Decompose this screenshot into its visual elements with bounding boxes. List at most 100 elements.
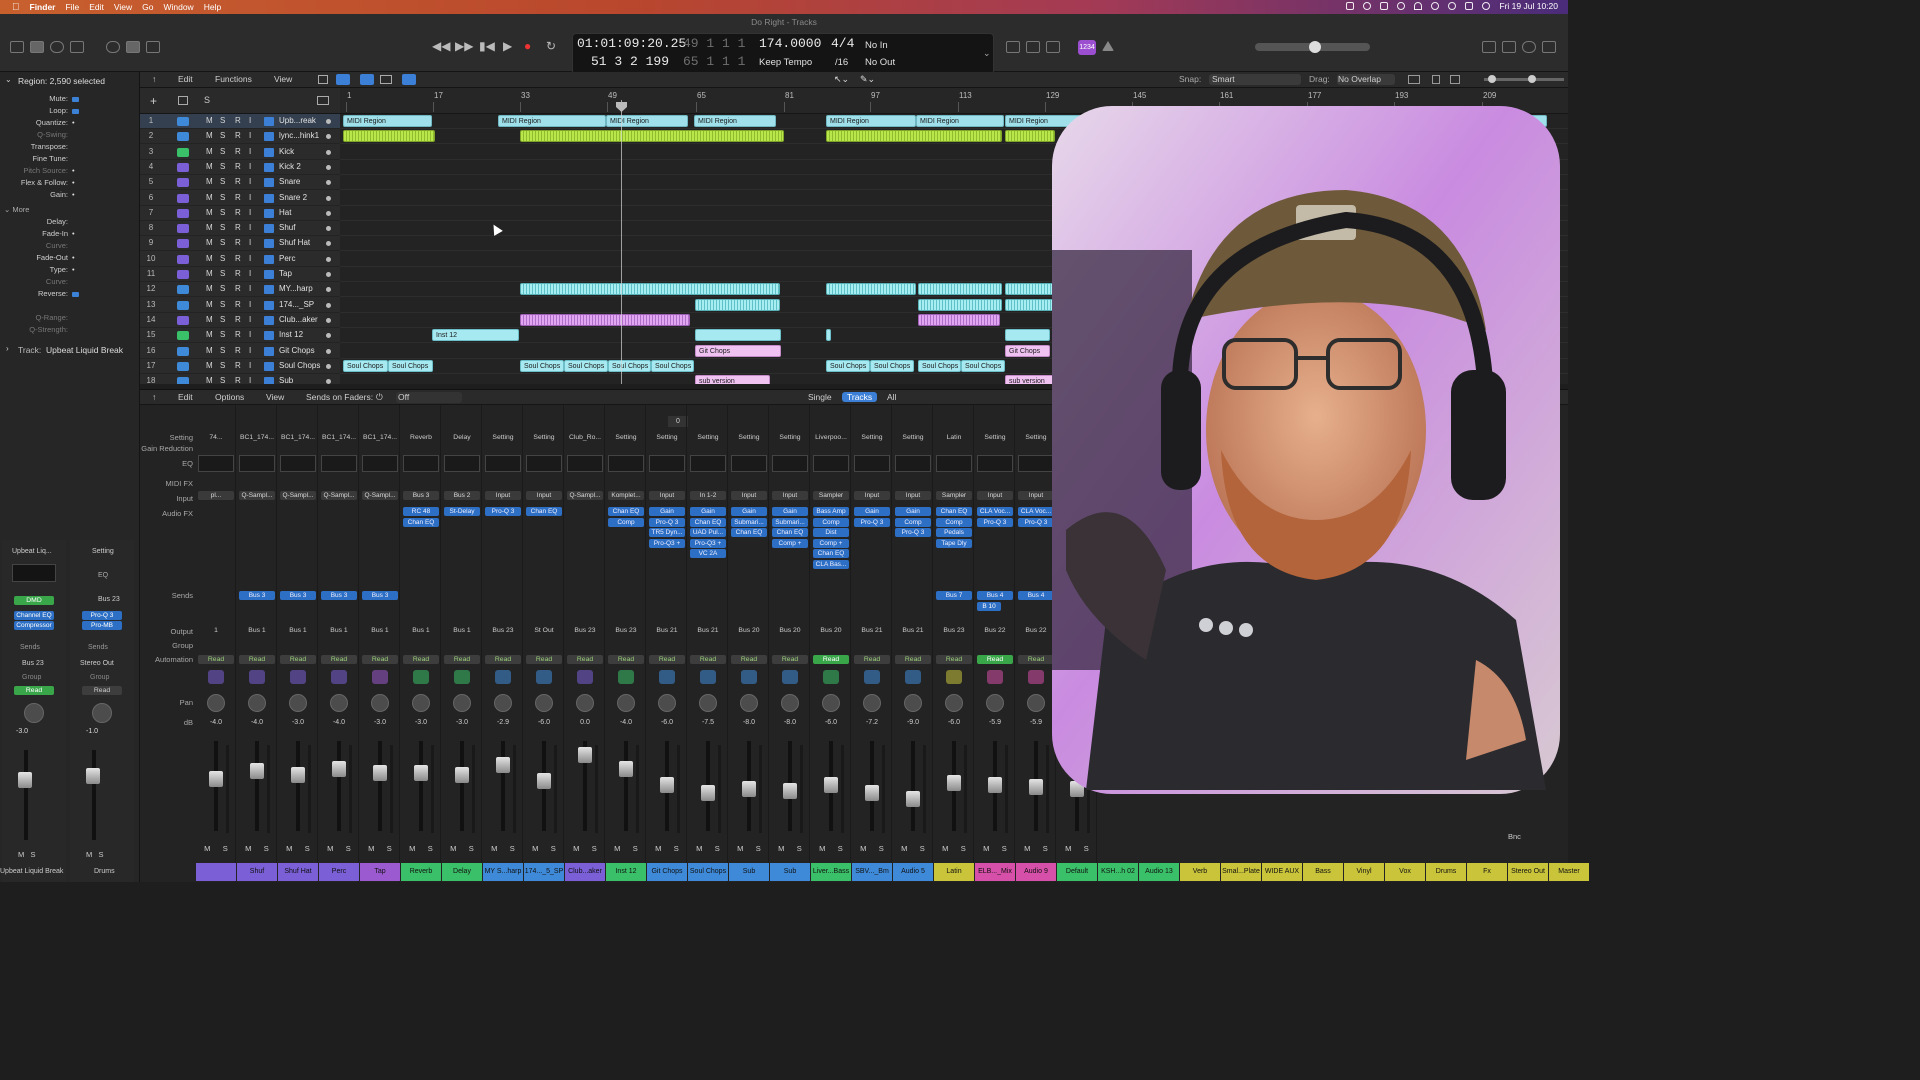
record-enable-button[interactable]: R (235, 315, 241, 324)
sends-on-faders-select[interactable]: Off (396, 392, 462, 403)
strip-setting[interactable]: Latin (936, 434, 972, 441)
track-name[interactable]: Kick (279, 147, 294, 156)
strip-solo-button[interactable]: S (510, 844, 515, 853)
inspector-group-bus[interactable]: Group (90, 674, 109, 681)
strip-mute-button[interactable]: M (819, 844, 825, 853)
region[interactable] (520, 130, 784, 143)
strip-output[interactable]: St Out (526, 627, 562, 634)
track-name[interactable]: Inst 12 (279, 330, 303, 339)
audio-fx-plugin[interactable]: Gain (772, 507, 808, 516)
inspector-output-bus[interactable]: Stereo Out (80, 660, 114, 667)
audio-fx-plugin[interactable]: Submari... (731, 517, 767, 527)
record-enable-button[interactable]: R (235, 147, 241, 156)
mute-solo-buttons[interactable]: MS (526, 844, 562, 853)
strip-solo-button[interactable]: S (551, 844, 556, 853)
audio-fx-plugin[interactable]: Comp (813, 517, 849, 527)
track-record-icon[interactable] (326, 333, 331, 339)
strip-name[interactable]: Smal...Plate (1221, 863, 1261, 881)
mute-button[interactable]: M (206, 238, 213, 247)
siri-icon[interactable] (1482, 2, 1491, 10)
volume-fader[interactable] (824, 777, 838, 793)
automation-mode-read[interactable]: Read (731, 655, 767, 664)
tracks-functions-menu[interactable]: Functions (215, 74, 252, 84)
volume-fader[interactable] (537, 773, 551, 789)
track-disclosure-icon[interactable]: › (6, 344, 9, 353)
mute-button[interactable]: M (206, 223, 213, 232)
menu-help[interactable]: Help (204, 2, 221, 12)
mute-solo-buttons[interactable]: MS (1018, 844, 1054, 853)
automation-mode-read[interactable]: Read (608, 655, 644, 664)
strip-eq-thumbnail[interactable] (854, 455, 890, 472)
send-slot-b10[interactable]: B 10 (977, 602, 1001, 611)
mute-button[interactable]: M (206, 346, 213, 355)
pointer-tool-icon[interactable]: ↖⌄ (834, 74, 849, 85)
tuner-icon[interactable] (1006, 41, 1020, 53)
volume-knob[interactable] (1309, 41, 1321, 53)
strip-eq-thumbnail[interactable] (280, 455, 316, 472)
inspector-more-row[interactable]: Delay: (0, 217, 140, 229)
strip-setting[interactable]: Delay (444, 434, 480, 441)
audio-fx-plugin[interactable]: Comp (936, 517, 972, 527)
mute-solo-buttons[interactable]: MS (567, 844, 603, 853)
strip-setting[interactable]: Setting (895, 434, 931, 441)
record-enable-button[interactable]: R (235, 177, 241, 186)
add-track-button[interactable]: + (150, 94, 157, 108)
strip-setting[interactable]: BC1_174... (362, 434, 398, 441)
mute-button[interactable]: M (206, 147, 213, 156)
region[interactable]: MIDI Region (606, 115, 688, 127)
audio-fx-plugin[interactable]: Tape Dly (936, 538, 972, 548)
mute-solo-buttons[interactable]: MS (403, 844, 439, 853)
record-enable-button[interactable]: R (235, 254, 241, 263)
mute-solo-buttons[interactable]: MS (321, 844, 357, 853)
mute-button[interactable]: M (206, 208, 213, 217)
input-monitor-button[interactable]: I (249, 284, 251, 293)
send-slot[interactable]: Bus 3 (280, 591, 316, 600)
inspector-more-value[interactable]: • (72, 253, 75, 262)
more-disclosure[interactable]: ⌄ More (4, 205, 29, 214)
send-slot[interactable]: Bus 4 (977, 591, 1013, 600)
strip-mute-button[interactable]: M (409, 844, 415, 853)
track-name[interactable]: Sub (279, 376, 293, 384)
automation-mode-read[interactable]: Read (567, 655, 603, 664)
region[interactable]: MIDI Region (498, 115, 606, 127)
inspector-more-row[interactable]: Q-Range: (0, 313, 140, 325)
audio-fx-plugin[interactable]: Comp + (772, 538, 808, 548)
solo-button[interactable]: S (220, 208, 225, 217)
inspector-row[interactable]: Gain: • (0, 190, 140, 202)
strip-name[interactable]: Reverb (401, 863, 441, 881)
strip-name[interactable]: Club...aker (565, 863, 605, 881)
track-header-row[interactable]: 14 M S R I Club...aker (140, 313, 340, 328)
inspector-read-bus[interactable]: Read (82, 686, 122, 695)
strip-solo-button[interactable]: S (1084, 844, 1089, 853)
strip-input-slot[interactable]: Q-Sampl... (280, 491, 316, 500)
strip-name[interactable]: Fx (1467, 863, 1507, 881)
inspector-more-row[interactable]: Q-Strength: (0, 325, 140, 337)
volume-fader[interactable] (250, 763, 264, 779)
strip-output[interactable]: Bus 21 (854, 627, 890, 634)
track-record-icon[interactable] (326, 363, 331, 369)
strip-setting[interactable]: Setting (854, 434, 890, 441)
track-header-row[interactable]: 17 M S R I Soul Chops (140, 359, 340, 374)
track-name[interactable]: Upb...reak (279, 116, 316, 125)
metronome-icon[interactable] (1102, 41, 1114, 51)
strip-name[interactable]: Bass (1303, 863, 1343, 881)
region[interactable] (520, 313, 690, 326)
strip-eq-thumbnail[interactable] (977, 455, 1013, 472)
strip-input-slot[interactable]: Input (485, 491, 521, 500)
menu-finder[interactable]: Finder (30, 2, 56, 12)
input-monitor-button[interactable]: I (249, 162, 251, 171)
track-record-icon[interactable] (326, 287, 331, 293)
waveform-zoom-icon[interactable] (1408, 75, 1420, 84)
input-monitor-button[interactable]: I (249, 269, 251, 278)
pan-knob[interactable] (494, 694, 512, 712)
strip-input-slot[interactable]: Q-Sampl... (321, 491, 357, 500)
strip-output[interactable]: Bus 21 (649, 627, 685, 634)
automation-mode-read[interactable]: Read (649, 655, 685, 664)
solo-button[interactable]: S (220, 300, 225, 309)
strip-input-slot[interactable]: Input (526, 491, 562, 500)
region[interactable]: Soul Chops (343, 359, 388, 372)
region[interactable]: MIDI Region (916, 115, 1004, 127)
track-header-row[interactable]: 3 M S R I Kick (140, 145, 340, 160)
strip-solo-button[interactable]: S (797, 844, 802, 853)
strip-mute-button[interactable]: M (368, 844, 374, 853)
